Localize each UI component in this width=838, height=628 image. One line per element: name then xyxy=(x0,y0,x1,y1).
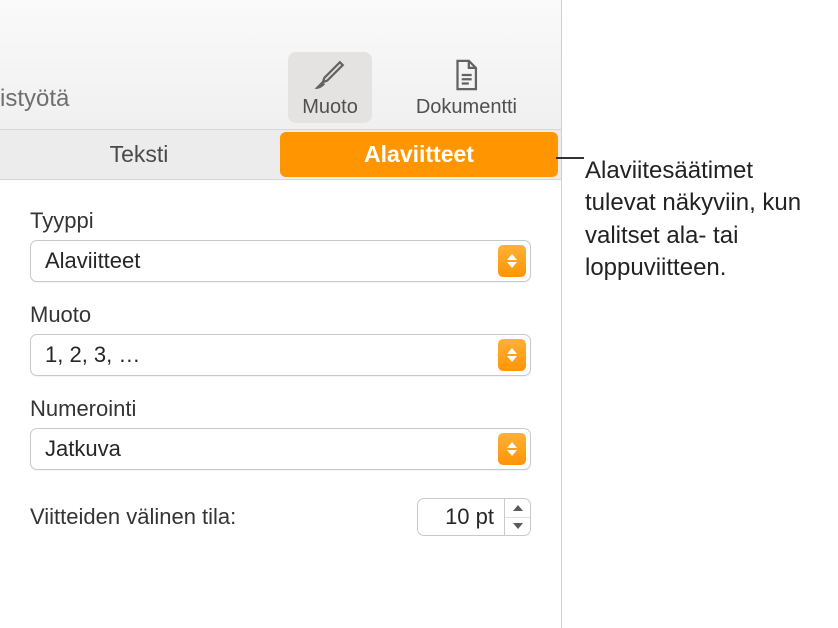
toolbar-buttons: Muoto Dokumentti xyxy=(288,52,531,123)
tab-footnotes[interactable]: Alaviitteet xyxy=(280,132,558,177)
numbering-dropdown-value: Jatkuva xyxy=(45,436,498,462)
type-dropdown[interactable]: Alaviitteet xyxy=(30,240,531,282)
numbering-dropdown[interactable]: Jatkuva xyxy=(30,428,531,470)
spacing-stepper-down[interactable] xyxy=(505,518,530,536)
spacing-input[interactable]: 10 pt xyxy=(417,498,505,536)
chevron-up-down-icon xyxy=(498,245,526,277)
document-button-label: Dokumentti xyxy=(416,96,517,119)
format-dropdown-value: 1, 2, 3, … xyxy=(45,342,498,368)
footnotes-content: Tyyppi Alaviitteet Muoto 1, 2, 3, … Nume… xyxy=(0,180,561,536)
chevron-up-down-icon xyxy=(498,433,526,465)
tab-text[interactable]: Teksti xyxy=(0,130,278,179)
numbering-label: Numerointi xyxy=(30,396,531,422)
document-icon xyxy=(449,58,483,92)
format-button-label: Muoto xyxy=(302,96,358,119)
document-button[interactable]: Dokumentti xyxy=(402,52,531,123)
numbering-field-group: Numerointi Jatkuva xyxy=(30,396,531,470)
type-label: Tyyppi xyxy=(30,208,531,234)
toolbar-partial-label: istyötä xyxy=(0,85,69,113)
tab-bar: Teksti Alaviitteet xyxy=(0,130,561,180)
chevron-up-down-icon xyxy=(498,339,526,371)
callout-leader-line xyxy=(556,157,584,159)
format-button[interactable]: Muoto xyxy=(288,52,372,123)
spacing-stepper-up[interactable] xyxy=(505,499,530,518)
type-dropdown-value: Alaviitteet xyxy=(45,248,498,274)
inspector-panel: istyötä Muoto Dokumentti xyxy=(0,0,562,628)
spacing-row: Viitteiden välinen tila: 10 pt xyxy=(30,498,531,536)
toolbar: istyötä Muoto Dokumentti xyxy=(0,0,561,130)
spacing-stepper xyxy=(505,498,531,536)
format-label: Muoto xyxy=(30,302,531,328)
spacing-label: Viitteiden välinen tila: xyxy=(30,504,417,530)
format-dropdown[interactable]: 1, 2, 3, … xyxy=(30,334,531,376)
type-field-group: Tyyppi Alaviitteet xyxy=(30,208,531,282)
brush-icon xyxy=(313,58,347,92)
callout-text: Alaviitesäätimet tulevat näkyviin, kun v… xyxy=(585,155,825,285)
format-field-group: Muoto 1, 2, 3, … xyxy=(30,302,531,376)
